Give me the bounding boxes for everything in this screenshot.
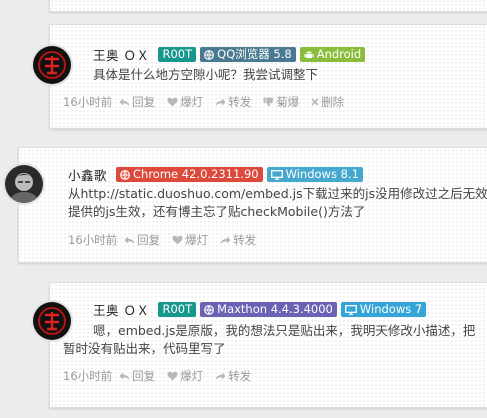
- comment-text: 具体是什么地方空隙小呢？我尝试调整下: [93, 67, 319, 82]
- avatar[interactable]: [31, 44, 73, 86]
- timestamp: 16小时前: [63, 95, 113, 109]
- timestamp: 16小时前: [68, 233, 118, 247]
- share-icon: [215, 372, 226, 381]
- repost-button[interactable]: 转发: [215, 94, 251, 110]
- heart-icon: [167, 97, 178, 107]
- thumbs-down-icon: [263, 97, 274, 107]
- globe-icon: [204, 304, 215, 315]
- globe-icon: [204, 49, 215, 60]
- reply-icon: [119, 372, 130, 381]
- timestamp: 16小时前: [63, 369, 113, 383]
- heart-icon: [167, 371, 178, 381]
- monitor-icon: [270, 169, 283, 180]
- username[interactable]: 王奥 ＯＸ: [93, 45, 149, 64]
- reply-button[interactable]: 回复: [119, 368, 155, 384]
- comment-actions: 16小时前 回复 爆灯 转发 菊爆 删除: [63, 94, 356, 110]
- android-icon: [304, 49, 314, 60]
- monitor-icon: [344, 304, 357, 315]
- browser-badge: QQ浏览器 5.8: [200, 47, 296, 62]
- comment-card-previous: [49, 0, 487, 12]
- like-button[interactable]: 爆灯: [172, 232, 208, 248]
- os-badge: Android: [299, 47, 366, 62]
- heart-icon: [172, 235, 183, 245]
- reply-button[interactable]: 回复: [124, 232, 160, 248]
- username[interactable]: 小鑫歌: [68, 165, 107, 184]
- share-icon: [215, 98, 226, 107]
- comment-text-continued: 暂时没有贴出来，代码里写了: [63, 341, 226, 356]
- reply-button[interactable]: 回复: [119, 94, 155, 110]
- root-badge: R00T: [158, 47, 197, 62]
- globe-icon: [120, 169, 130, 180]
- close-icon: [311, 98, 319, 106]
- username[interactable]: 王奥 ＯＸ: [93, 300, 149, 319]
- browser-badge: Chrome 42.0.2311.90: [116, 167, 263, 182]
- repost-button[interactable]: 转发: [215, 368, 251, 384]
- root-badge: R00T: [158, 302, 197, 317]
- os-badge: Windows 8.1: [266, 167, 363, 182]
- browser-badge: Maxthon 4.4.3.4000: [200, 302, 337, 317]
- share-icon: [220, 236, 231, 245]
- like-button[interactable]: 爆灯: [167, 94, 203, 110]
- os-badge: Windows 7: [340, 302, 427, 317]
- comment-text: 嗯，embed.js是原版，我的想法只是贴出来，我明天修改小描述，把: [93, 323, 476, 338]
- comment-text: 从http://static.duoshuo.com/embed.js下载过来的…: [68, 186, 487, 219]
- delete-button[interactable]: 删除: [311, 94, 344, 110]
- avatar[interactable]: [3, 163, 45, 205]
- reply-icon: [119, 98, 130, 107]
- comment-actions: 16小时前 回复 爆灯 转发: [63, 368, 263, 384]
- like-button[interactable]: 爆灯: [167, 368, 203, 384]
- comment-actions: 16小时前 回复 爆灯 转发: [68, 232, 268, 248]
- reply-icon: [124, 236, 135, 245]
- avatar[interactable]: [31, 300, 73, 342]
- repost-button[interactable]: 转发: [220, 232, 256, 248]
- report-button[interactable]: 菊爆: [263, 94, 299, 110]
